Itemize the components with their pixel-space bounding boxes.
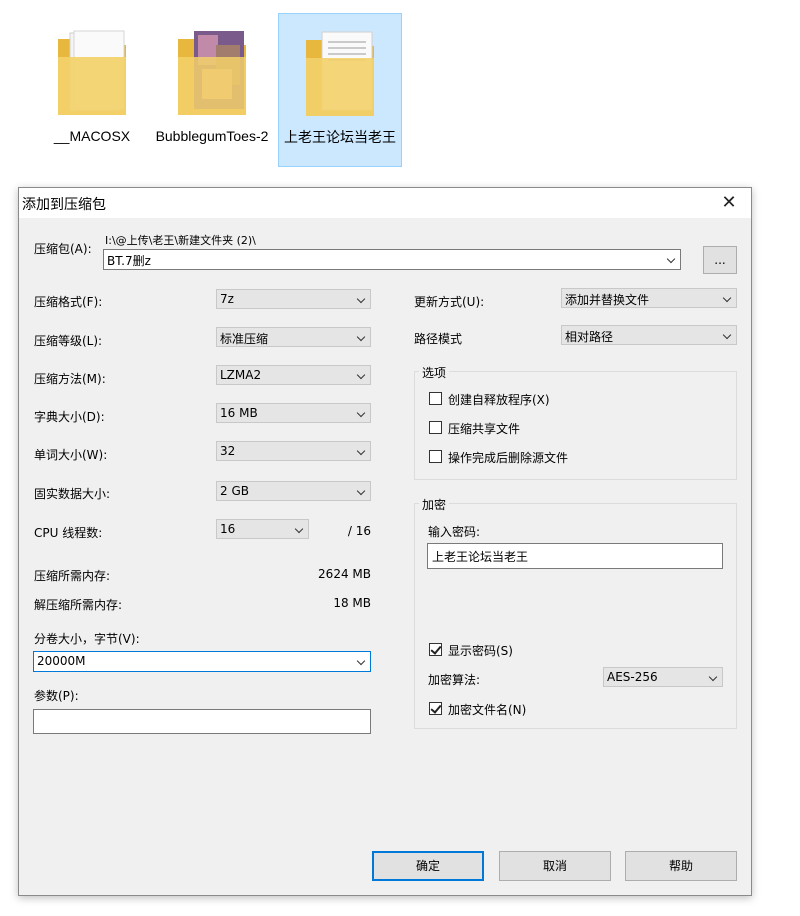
chevron-down-icon: [708, 672, 718, 682]
word-combobox[interactable]: 32: [216, 441, 371, 461]
format-value: 7z: [220, 292, 234, 306]
dialog-title: 添加到压缩包: [22, 197, 106, 213]
cancel-button[interactable]: 取消: [499, 851, 611, 881]
volume-label: 分卷大小，字节(V):: [34, 632, 140, 646]
params-input[interactable]: [33, 709, 371, 734]
chevron-down-icon: [294, 524, 304, 534]
title-bar: 添加到压缩包 ✕: [19, 188, 751, 218]
folder-macosx[interactable]: __MACOSX: [30, 13, 154, 167]
dict-combobox[interactable]: 16 MB: [216, 403, 371, 423]
method-combobox[interactable]: LZMA2: [216, 365, 371, 385]
method-label: 压缩方法(M):: [34, 372, 106, 386]
dict-value: 16 MB: [220, 406, 258, 420]
update-mode-combobox[interactable]: 添加并替换文件: [561, 288, 737, 308]
folder-label: 上老王论坛当老王: [284, 129, 396, 145]
close-icon[interactable]: ✕: [707, 188, 751, 218]
level-label: 压缩等级(L):: [34, 334, 103, 348]
cpu-combobox[interactable]: 16: [216, 519, 309, 539]
params-label: 参数(P):: [34, 689, 79, 703]
folder-icon: [306, 31, 374, 116]
folder-label: BubblegumToes-2: [155, 128, 269, 144]
chevron-down-icon: [356, 332, 366, 342]
options-group: 选项 创建自释放程序(X) 压缩共享文件 操作完成后删除源文件: [414, 364, 737, 480]
chevron-down-icon: [356, 446, 366, 456]
folder-bubblegumtoes[interactable]: BubblegumToes-2: [150, 13, 274, 167]
delete-checkbox[interactable]: [429, 450, 442, 463]
path-mode-combobox[interactable]: 相对路径: [561, 325, 737, 345]
show-password-label: 显示密码(S): [448, 644, 513, 658]
encryption-method-label: 加密算法:: [428, 673, 481, 687]
encryption-method-combobox[interactable]: AES-256: [603, 667, 723, 687]
level-combobox[interactable]: 标准压缩: [216, 327, 371, 347]
options-title: 选项: [419, 364, 450, 381]
ok-button[interactable]: 确定: [372, 851, 484, 881]
update-mode-label: 更新方式(U):: [414, 295, 485, 309]
chevron-down-icon: [666, 254, 676, 264]
sfx-checkbox[interactable]: [429, 392, 442, 405]
chevron-down-icon: [356, 656, 366, 666]
password-label: 输入密码:: [428, 525, 481, 539]
encrypt-names-checkbox[interactable]: [429, 702, 442, 715]
word-value: 32: [220, 444, 236, 458]
path-mode-label: 路径模式: [414, 332, 463, 346]
archive-label: 压缩包(A):: [34, 242, 92, 256]
archive-name-combobox[interactable]: BT.7删z: [103, 249, 681, 270]
cpu-value: 16: [220, 522, 236, 536]
sfx-label: 创建自释放程序(X): [448, 393, 550, 407]
chevron-down-icon: [722, 330, 732, 340]
volume-size-value: 20000M: [37, 654, 86, 668]
mem-compress-value: 2624 MB: [318, 567, 371, 581]
update-mode-value: 添加并替换文件: [565, 293, 650, 307]
solid-value: 2 GB: [220, 484, 249, 498]
browse-button[interactable]: ...: [703, 246, 737, 274]
method-value: LZMA2: [220, 368, 262, 382]
dict-label: 字典大小(D):: [34, 410, 105, 424]
folder-icon: [178, 31, 246, 115]
archive-name-value: BT.7删z: [107, 254, 151, 268]
chevron-down-icon: [722, 293, 732, 303]
level-value: 标准压缩: [220, 332, 269, 346]
mem-compress-label: 压缩所需内存:: [34, 569, 111, 583]
folder-icon: [58, 30, 126, 115]
encrypt-names-label: 加密文件名(N): [448, 703, 527, 717]
cpu-total: / 16: [347, 524, 371, 538]
cpu-label: CPU 线程数:: [34, 526, 103, 540]
solid-label: 固实数据大小:: [34, 487, 111, 501]
shared-checkbox[interactable]: [429, 421, 442, 434]
format-label: 压缩格式(F):: [34, 295, 103, 309]
shared-label: 压缩共享文件: [448, 422, 521, 436]
encryption-title: 加密: [419, 496, 450, 513]
chevron-down-icon: [356, 370, 366, 380]
encryption-method-value: AES-256: [607, 670, 658, 684]
solid-combobox[interactable]: 2 GB: [216, 481, 371, 501]
help-button[interactable]: 帮助: [625, 851, 737, 881]
format-combobox[interactable]: 7z: [216, 289, 371, 309]
encryption-group: 加密 输入密码: 显示密码(S) 加密算法: AES-256 加密文件名(N): [414, 496, 737, 729]
chevron-down-icon: [356, 294, 366, 304]
folder-label: __MACOSX: [53, 128, 131, 144]
volume-size-combobox[interactable]: 20000M: [33, 651, 371, 672]
path-mode-value: 相对路径: [565, 330, 614, 344]
mem-decompress-label: 解压缩所需内存:: [34, 598, 123, 612]
chevron-down-icon: [356, 408, 366, 418]
password-input[interactable]: [427, 543, 723, 569]
folder-selected[interactable]: 上老王论坛当老王: [278, 13, 402, 167]
add-to-archive-dialog: 添加到压缩包 ✕ 压缩包(A): I:\@上传\老王\新建文件夹 (2)\ BT…: [18, 187, 752, 896]
mem-decompress-value: 18 MB: [333, 596, 371, 610]
word-label: 单词大小(W):: [34, 448, 108, 462]
show-password-checkbox[interactable]: [429, 643, 442, 656]
delete-label: 操作完成后删除源文件: [448, 451, 569, 465]
archive-path: I:\@上传\老王\新建文件夹 (2)\: [105, 234, 256, 247]
chevron-down-icon: [356, 486, 366, 496]
